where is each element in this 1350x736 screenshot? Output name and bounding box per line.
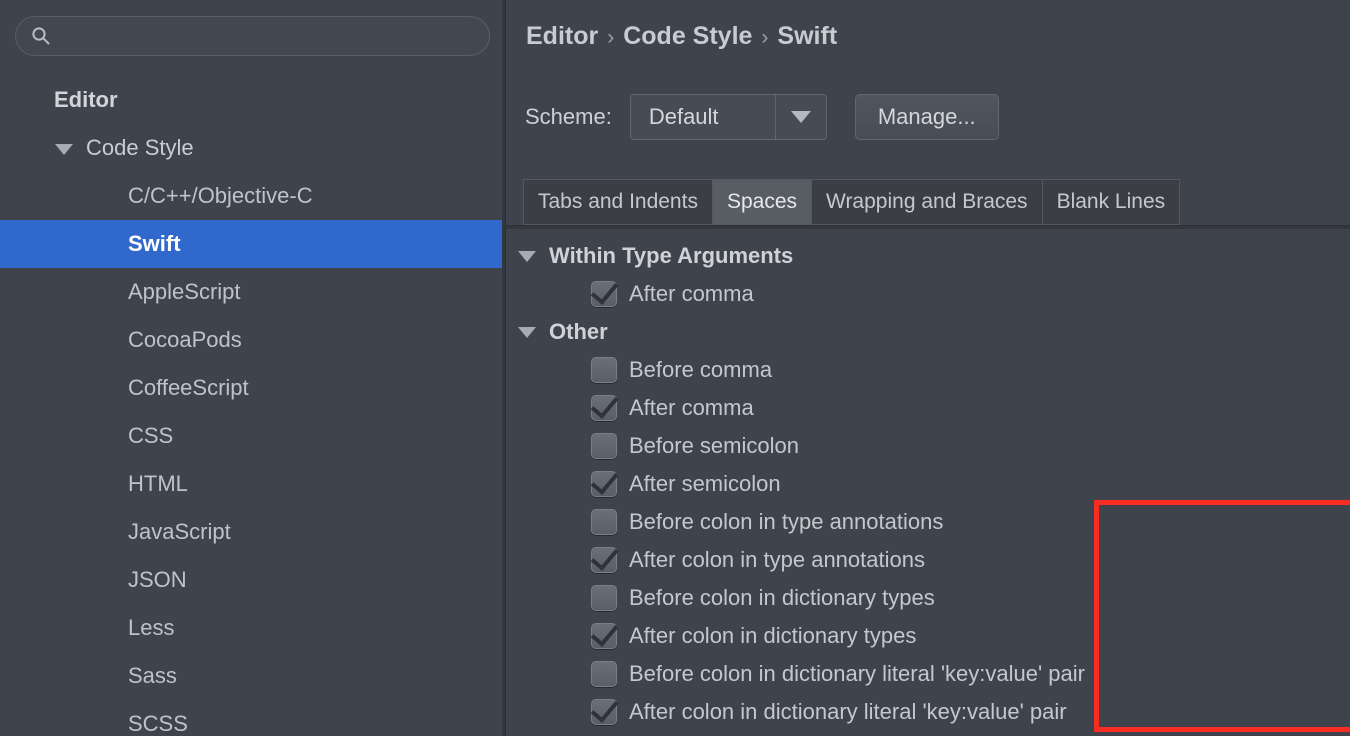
- settings-checkbox-label: After comma: [629, 395, 754, 420]
- settings-checkbox-row[interactable]: After colon in type annotations: [506, 541, 1350, 579]
- settings-checkbox-label: Before colon in type annotations: [629, 509, 944, 534]
- sidebar-item-label: JSON: [128, 567, 187, 592]
- search-box[interactable]: [15, 16, 490, 56]
- disclosure-triangle-icon[interactable]: [518, 326, 536, 338]
- breadcrumb: Editor › Code Style › Swift: [526, 22, 837, 51]
- settings-checkbox-row[interactable]: Before colon in dictionary types: [506, 579, 1350, 617]
- disclosure-triangle-icon[interactable]: [518, 250, 536, 262]
- tab-spaces[interactable]: Spaces: [711, 179, 811, 225]
- scheme-row: Scheme: Default Manage...: [525, 94, 999, 140]
- settings-checkbox-label: After colon in type annotations: [629, 547, 925, 572]
- settings-checkbox-row[interactable]: Before colon in type annotations: [506, 503, 1350, 541]
- settings-checkbox-row[interactable]: Before comma: [506, 351, 1350, 389]
- sidebar-item-editor[interactable]: Editor: [0, 76, 506, 124]
- settings-checkbox-row[interactable]: Before colon in dictionary literal 'key:…: [506, 655, 1350, 693]
- sidebar-item-scss[interactable]: SCSS: [0, 700, 506, 736]
- settings-checkbox-row[interactable]: After colon in dictionary types: [506, 617, 1350, 655]
- settings-group-header[interactable]: Within Type Arguments: [506, 237, 1350, 275]
- settings-checkbox-label: Before comma: [629, 357, 773, 382]
- sidebar-item-sass[interactable]: Sass: [0, 652, 506, 700]
- checkbox-checked-icon[interactable]: [591, 547, 617, 573]
- breadcrumb-item[interactable]: Swift: [777, 22, 837, 51]
- sidebar-item-label: Sass: [128, 663, 177, 688]
- sidebar: Editor Code Style C/C++/Objective-C Swift Ap…: [0, 0, 506, 736]
- checkbox-unchecked-icon[interactable]: [591, 357, 617, 383]
- settings-group-label: Within Type Arguments: [549, 243, 794, 268]
- sidebar-item-label: SCSS: [128, 711, 188, 736]
- settings-checkbox-row[interactable]: After colon in dictionary literal 'key:v…: [506, 693, 1350, 731]
- settings-window: Editor Code Style C/C++/Objective-C Swift Ap…: [0, 0, 1350, 736]
- settings-checkbox-label: Before colon in dictionary literal 'key:…: [629, 661, 1085, 686]
- scheme-label: Scheme:: [525, 104, 612, 129]
- tab-blank-lines[interactable]: Blank Lines: [1041, 179, 1181, 225]
- chevron-down-icon: [790, 111, 811, 123]
- scheme-dropdown-arrow[interactable]: [776, 95, 826, 139]
- settings-checkbox-label: After semicolon: [629, 471, 781, 496]
- settings-checkbox-label: After colon in dictionary literal 'key:v…: [629, 699, 1067, 724]
- checkbox-unchecked-icon[interactable]: [591, 509, 617, 535]
- search-icon: [32, 27, 50, 45]
- breadcrumb-separator-icon: ›: [607, 25, 615, 49]
- sidebar-item-css[interactable]: CSS: [0, 412, 506, 460]
- tab-underline: [506, 225, 1350, 229]
- settings-checkbox-row[interactable]: After semicolon: [506, 465, 1350, 503]
- sidebar-item-swift[interactable]: Swift: [0, 220, 506, 268]
- sidebar-item-label: Editor: [54, 87, 118, 112]
- sidebar-item-c-c-objective-c[interactable]: C/C++/Objective-C: [0, 172, 506, 220]
- checkbox-checked-icon[interactable]: [591, 281, 617, 307]
- sidebar-item-label: JavaScript: [128, 519, 231, 544]
- settings-checkbox-label: Before colon in dictionary types: [629, 585, 935, 610]
- settings-checkbox-label: After comma: [629, 281, 754, 306]
- sidebar-item-applescript[interactable]: AppleScript: [0, 268, 506, 316]
- scheme-dropdown[interactable]: Default: [629, 94, 827, 140]
- sidebar-item-label: AppleScript: [128, 279, 241, 304]
- breadcrumb-item[interactable]: Code Style: [623, 22, 752, 51]
- sidebar-item-label: CocoaPods: [128, 327, 242, 352]
- sidebar-item-label: Less: [128, 615, 175, 640]
- checkbox-unchecked-icon[interactable]: [591, 661, 617, 687]
- manage-button[interactable]: Manage...: [854, 94, 999, 140]
- settings-checkbox-row[interactable]: After comma: [506, 389, 1350, 427]
- settings-checkbox-label: After colon in dictionary types: [629, 623, 917, 648]
- spaces-settings-tree: Within Type Arguments After comma Other Bef…: [506, 237, 1350, 736]
- sidebar-item-javascript[interactable]: JavaScript: [0, 508, 506, 556]
- breadcrumb-separator-icon: ›: [761, 25, 769, 49]
- sidebar-item-label: Code Style: [86, 135, 194, 160]
- disclosure-triangle-icon[interactable]: [55, 143, 73, 155]
- settings-checkbox-row[interactable]: After comma: [506, 275, 1350, 313]
- settings-group-label: Other: [549, 319, 608, 344]
- checkbox-checked-icon[interactable]: [591, 699, 617, 725]
- checkbox-unchecked-icon[interactable]: [591, 433, 617, 459]
- sidebar-item-code-style[interactable]: Code Style: [0, 124, 506, 172]
- tab-tabs-and-indents[interactable]: Tabs and Indents: [523, 179, 712, 225]
- checkbox-checked-icon[interactable]: [591, 471, 617, 497]
- sidebar-item-label: HTML: [128, 471, 188, 496]
- settings-checkbox-row[interactable]: Before semicolon: [506, 427, 1350, 465]
- sidebar-item-label: C/C++/Objective-C: [128, 183, 313, 208]
- tab-bar: Tabs and Indents Spaces Wrapping and Brace…: [523, 179, 1181, 225]
- sidebar-item-label: CSS: [128, 423, 174, 448]
- breadcrumb-item[interactable]: Editor: [526, 22, 598, 51]
- checkbox-checked-icon[interactable]: [591, 623, 617, 649]
- checkbox-unchecked-icon[interactable]: [591, 585, 617, 611]
- sidebar-item-coffeescript[interactable]: CoffeeScript: [0, 364, 506, 412]
- tab-wrapping-and-braces[interactable]: Wrapping and Braces: [811, 179, 1042, 225]
- settings-nav-tree: Editor Code Style C/C++/Objective-C Swift Ap…: [0, 76, 506, 736]
- search-input[interactable]: [51, 25, 489, 47]
- scheme-selected-value: Default: [631, 95, 776, 139]
- sidebar-item-less[interactable]: Less: [0, 604, 506, 652]
- sidebar-item-label: CoffeeScript: [128, 375, 249, 400]
- sidebar-item-html[interactable]: HTML: [0, 460, 506, 508]
- sidebar-item-json[interactable]: JSON: [0, 556, 506, 604]
- checkbox-checked-icon[interactable]: [591, 395, 617, 421]
- settings-group-header[interactable]: Other: [506, 313, 1350, 351]
- sidebar-item-cocoapods[interactable]: CocoaPods: [0, 316, 506, 364]
- settings-checkbox-label: Before semicolon: [629, 433, 799, 458]
- sidebar-item-label: Swift: [128, 231, 181, 256]
- main-panel: Editor › Code Style › Swift Scheme: Default …: [506, 0, 1350, 736]
